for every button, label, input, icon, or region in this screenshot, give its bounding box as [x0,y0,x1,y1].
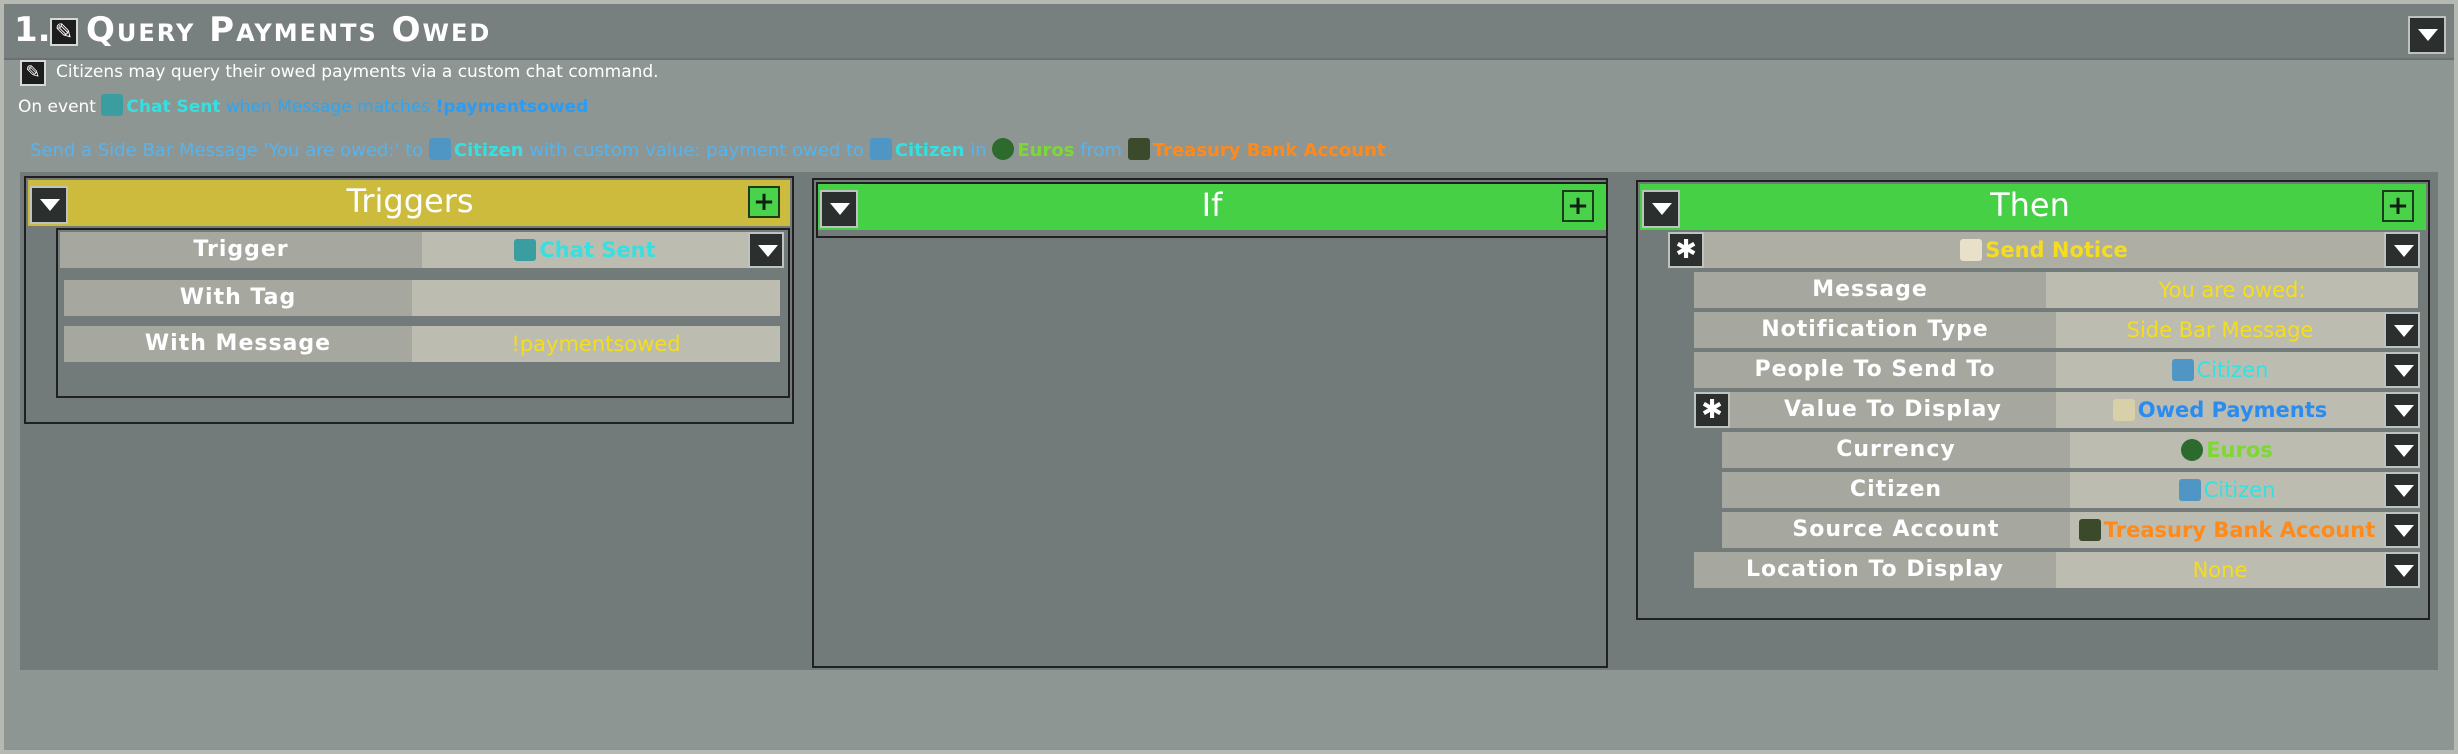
people-dropdown-icon[interactable] [2384,352,2420,388]
trigger-value-text: Chat Sent [539,238,656,262]
location-value[interactable]: None [2056,552,2384,588]
if-title: If [1201,186,1223,224]
value-display-gear-icon[interactable]: ✱ [1694,392,1730,428]
if-panel [812,178,1608,668]
summary-part-3: in [970,140,987,161]
event-prefix: On event [18,97,96,117]
euro-coin-icon [992,138,1015,160]
people-to-send-value[interactable]: Citizen [2056,352,2384,388]
triggers-title: Triggers [346,182,474,220]
summary-part-2: with custom value: payment owed to [529,140,865,161]
rule-description: Citizens may query their owed payments v… [56,62,659,82]
collapse-chevron-icon[interactable] [2408,16,2446,54]
notification-type-label: Notification Type [1694,312,2056,348]
value-display-text: Owed Payments [2137,398,2328,422]
currency-label: Currency [1722,432,2070,468]
people-value-text: Citizen [2196,358,2269,382]
source-account-label: Source Account [1722,512,2070,548]
source-account-text: Treasury Bank Account [2103,518,2376,542]
event-line: On event Chat Sent when Message matches … [18,94,588,117]
citizen-value[interactable]: Citizen [2070,472,2384,508]
location-dropdown-icon[interactable] [2384,552,2420,588]
citizen-dropdown-icon[interactable] [2384,472,2420,508]
summary-citizen[interactable]: Citizen [454,140,524,161]
source-account-dropdown-icon[interactable] [2384,512,2420,548]
edit-description-icon[interactable]: ✎ [20,60,46,86]
event-middle: when Message matches [225,97,431,117]
rule-number: 1. [14,10,51,50]
send-notice-label: Send Notice [1985,238,2128,262]
with-tag-label: With Tag [64,280,412,316]
notice-icon [1960,239,1983,261]
triggers-collapse-icon[interactable] [30,186,68,224]
citizen-icon [2178,479,2201,501]
currency-dropdown-icon[interactable] [2384,432,2420,468]
citizen-icon [869,138,892,160]
send-notice-action[interactable]: Send Notice [1704,232,2384,268]
source-account-value[interactable]: Treasury Bank Account [2070,512,2384,548]
send-notice-gear-icon[interactable]: ✱ [1668,232,1704,268]
citizen-value-text: Citizen [2203,478,2276,502]
citizen-label: Citizen [1722,472,2070,508]
trigger-dropdown-icon[interactable] [748,232,784,268]
summary-part-4: from [1080,140,1123,161]
bank-account-icon [1127,138,1150,160]
edit-pencil-icon[interactable]: ✎ [50,18,78,46]
notification-type-dropdown-icon[interactable] [2384,312,2420,348]
bank-account-icon [2078,519,2101,541]
event-name[interactable]: Chat Sent [126,97,220,117]
with-message-label: With Message [64,326,412,362]
summary-euros[interactable]: Euros [1017,140,1074,161]
trigger-label: Trigger [60,232,422,268]
summary-citizen-2[interactable]: Citizen [895,140,965,161]
message-field[interactable]: You are owed: [2046,272,2418,308]
summary-account[interactable]: Treasury Bank Account [1153,140,1386,161]
currency-value[interactable]: Euros [2070,432,2384,468]
action-summary: Send a Side Bar Message 'You are owed:' … [30,138,1386,161]
then-title: Then [1990,186,2070,224]
ledger-icon [2112,399,2135,421]
currency-value-text: Euros [2206,438,2273,462]
summary-part-1: Send a Side Bar Message 'You are owed:' … [30,140,424,161]
with-tag-field[interactable] [412,280,780,316]
value-to-display-value[interactable]: Owed Payments [2056,392,2384,428]
event-match[interactable]: !paymentsowed [436,97,589,117]
add-trigger-button[interactable]: + [748,186,780,218]
euro-coin-icon [2181,439,2204,461]
message-label: Message [1694,272,2046,308]
citizen-icon [2171,359,2194,381]
notification-type-value[interactable]: Side Bar Message [2056,312,2384,348]
people-to-send-label: People To Send To [1694,352,2056,388]
citizen-icon [428,138,451,160]
send-notice-dropdown-icon[interactable] [2384,232,2420,268]
rule-title: Query Payments Owed [86,10,492,50]
add-condition-button[interactable]: + [1562,190,1594,222]
then-collapse-icon[interactable] [1642,190,1680,228]
value-to-display-label: Value To Display [1730,392,2056,428]
location-label: Location To Display [1694,552,2056,588]
chat-icon [101,94,124,116]
with-message-field[interactable]: !paymentsowed [412,326,780,362]
trigger-value[interactable]: Chat Sent [422,232,748,268]
value-display-dropdown-icon[interactable] [2384,392,2420,428]
add-action-button[interactable]: + [2382,190,2414,222]
if-collapse-icon[interactable] [820,190,858,228]
chat-icon [514,239,537,261]
